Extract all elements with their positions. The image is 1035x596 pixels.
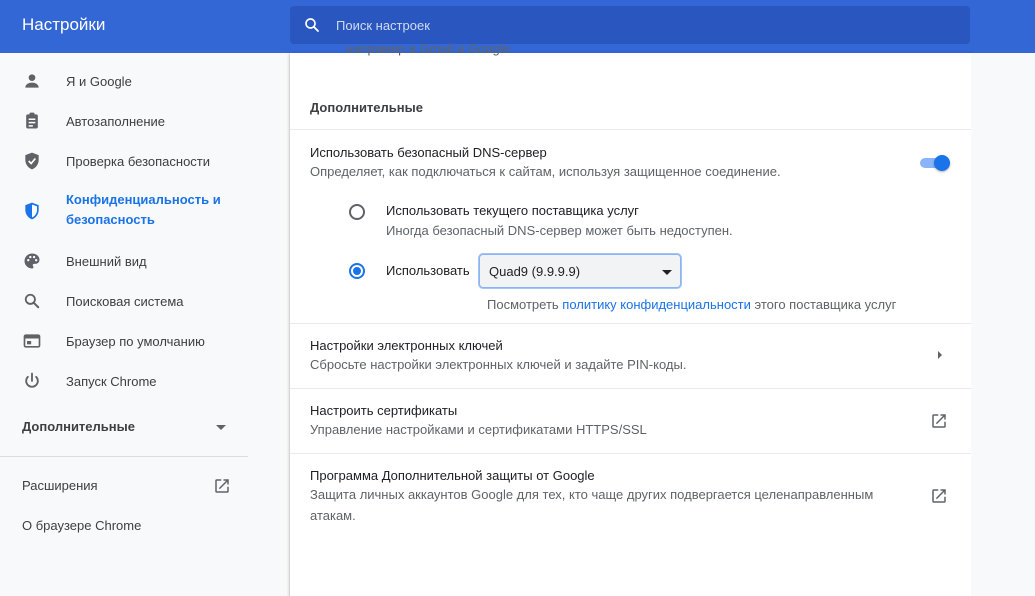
option-current-provider-title: Использовать текущего поставщика услуг: [386, 203, 639, 218]
row-divider: [290, 129, 971, 130]
dns-provider-select[interactable]: Quad9 (9.9.9.9): [479, 254, 681, 288]
security-keys-title: Настройки электронных ключей: [310, 338, 503, 353]
power-icon: [25, 372, 39, 388]
search-icon: [24, 293, 40, 309]
privacy-policy-link[interactable]: политику конфиденциальности: [562, 297, 751, 312]
radio-custom-provider[interactable]: [349, 263, 365, 279]
sidebar-item-label: Внешний вид: [66, 254, 147, 269]
sidebar-item-search-engine[interactable]: Поисковая система: [0, 280, 248, 320]
shield-check-icon: [25, 152, 39, 170]
shield-icon: [25, 202, 39, 220]
row-divider: [290, 388, 971, 389]
sidebar-item-label: Конфиденциальность и безопасность: [66, 192, 221, 227]
search-icon[interactable]: [303, 16, 321, 34]
option-custom-provider-label: Использовать: [386, 263, 470, 278]
section-title: Дополнительные: [310, 100, 423, 115]
sidebar-item-label: Запуск Chrome: [66, 374, 157, 389]
sidebar-item-about-chrome[interactable]: О браузере Chrome: [22, 518, 141, 533]
sidebar: Я и Google Автозаполнение Проверка безоп…: [0, 53, 248, 596]
sidebar-item-safety-check[interactable]: Проверка безопасности: [0, 140, 248, 180]
chevron-down-icon[interactable]: [216, 425, 226, 430]
person-icon: [25, 74, 39, 88]
row-divider: [290, 323, 971, 324]
advanced-protection-title: Программа Дополнительной защиты от Googl…: [310, 468, 595, 483]
secure-dns-title: Использовать безопасный DNS-сервер: [310, 145, 547, 160]
certificates-subtitle: Управление настройками и сертификатами H…: [310, 422, 647, 437]
search-box[interactable]: [290, 6, 970, 44]
open-in-new-icon[interactable]: [213, 477, 231, 495]
chevron-right-icon[interactable]: [938, 351, 942, 359]
secure-dns-subtitle: Определяет, как подключаться к сайтам, и…: [310, 164, 781, 179]
settings-card: например в Gmail и Google Дополнительные…: [290, 41, 971, 596]
row-divider: [290, 453, 971, 454]
right-gutter: [971, 53, 1035, 596]
chevron-down-icon: [662, 270, 672, 275]
clipped-text: например в Gmail и Google: [346, 41, 510, 56]
privacy-policy-text: Посмотреть политику конфиденциальности э…: [487, 297, 896, 312]
sidebar-item-label: Поисковая система: [66, 294, 184, 309]
sidebar-item-appearance[interactable]: Внешний вид: [0, 240, 248, 280]
sidebar-item-you-and-google[interactable]: Я и Google: [0, 60, 248, 100]
policy-prefix: Посмотреть: [487, 297, 563, 312]
palette-icon: [24, 253, 40, 269]
dns-provider-value: Quad9 (9.9.9.9): [489, 264, 581, 279]
top-bar: Настройки: [0, 0, 1035, 53]
radio-current-provider[interactable]: [349, 204, 365, 220]
search-input[interactable]: [336, 6, 956, 44]
advanced-protection-subtitle-line2: атакам.: [310, 508, 356, 523]
sidebar-divider: [0, 456, 248, 457]
sidebar-item-label: Автозаполнение: [66, 114, 166, 129]
sidebar-item-extensions[interactable]: Расширения: [22, 478, 98, 493]
clipboard-icon: [26, 112, 38, 129]
toggle-knob: [934, 155, 950, 171]
sidebar-item-default-browser[interactable]: Браузер по умолчанию: [0, 320, 248, 360]
sidebar-item-label: Браузер по умолчанию: [66, 334, 205, 349]
secure-dns-toggle[interactable]: [918, 155, 950, 171]
advanced-protection-subtitle-line1: Защита личных аккаунтов Google для тех, …: [310, 487, 874, 502]
sidebar-item-privacy[interactable]: Конфиденциальность и безопасность: [0, 190, 248, 230]
sidebar-advanced-toggle[interactable]: Дополнительные: [22, 419, 135, 434]
security-keys-subtitle: Сбросьте настройки электронных ключей и …: [310, 357, 687, 372]
app-title: Настройки: [22, 15, 106, 34]
sidebar-item-autofill[interactable]: Автозаполнение: [0, 100, 248, 140]
policy-suffix: этого поставщика услуг: [750, 297, 897, 312]
certificates-title: Настроить сертификаты: [310, 403, 458, 418]
open-in-new-icon[interactable]: [930, 487, 948, 505]
browser-icon: [23, 334, 41, 348]
sidebar-item-label: Проверка безопасности: [66, 154, 211, 169]
option-current-provider-subtitle: Иногда безопасный DNS-сервер может быть …: [386, 223, 733, 238]
open-in-new-icon[interactable]: [930, 412, 948, 430]
sidebar-item-on-startup[interactable]: Запуск Chrome: [0, 360, 248, 400]
sidebar-item-label: Я и Google: [66, 74, 132, 89]
